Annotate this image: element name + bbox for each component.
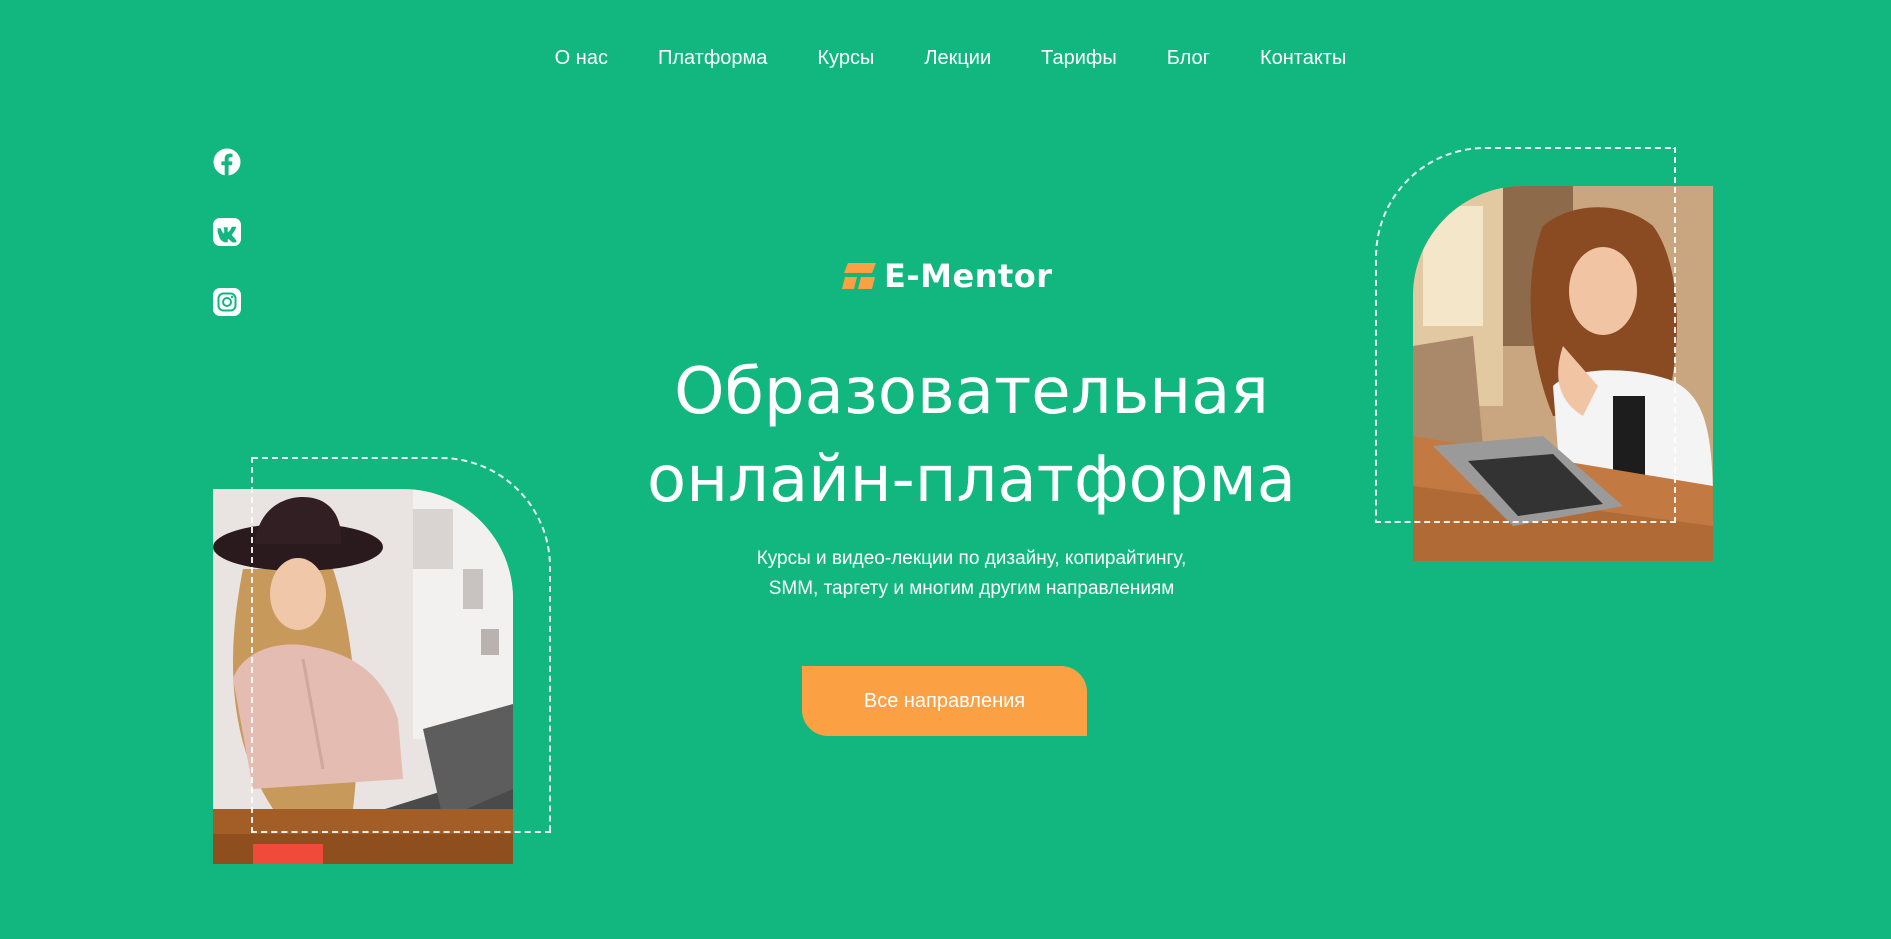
nav-link-contacts[interactable]: Контакты: [1260, 42, 1346, 74]
nav-link-blog[interactable]: Блог: [1167, 42, 1210, 74]
brand-logo[interactable]: E-Mentor: [842, 257, 1053, 295]
nav-link-pricing[interactable]: Тарифы: [1041, 42, 1117, 74]
nav-link-platform[interactable]: Платформа: [658, 42, 767, 74]
nav-link-about[interactable]: О нас: [555, 42, 608, 74]
logo-mark-icon: [842, 263, 876, 289]
logo-text: E-Mentor: [884, 257, 1053, 295]
facebook-icon[interactable]: [213, 148, 241, 176]
left-photo-dashed-frame: [251, 457, 551, 833]
vk-icon[interactable]: [213, 218, 241, 246]
all-directions-button[interactable]: Все направления: [802, 666, 1087, 736]
right-photo-dashed-frame: [1375, 147, 1676, 523]
main-nav: О нас Платформа Курсы Лекции Тарифы Блог…: [0, 42, 1891, 74]
nav-link-courses[interactable]: Курсы: [817, 42, 874, 74]
instagram-icon[interactable]: [213, 288, 241, 316]
nav-link-lectures[interactable]: Лекции: [924, 42, 991, 74]
landing-page: О нас Платформа Курсы Лекции Тарифы Блог…: [0, 0, 1891, 939]
social-links: [213, 148, 241, 316]
